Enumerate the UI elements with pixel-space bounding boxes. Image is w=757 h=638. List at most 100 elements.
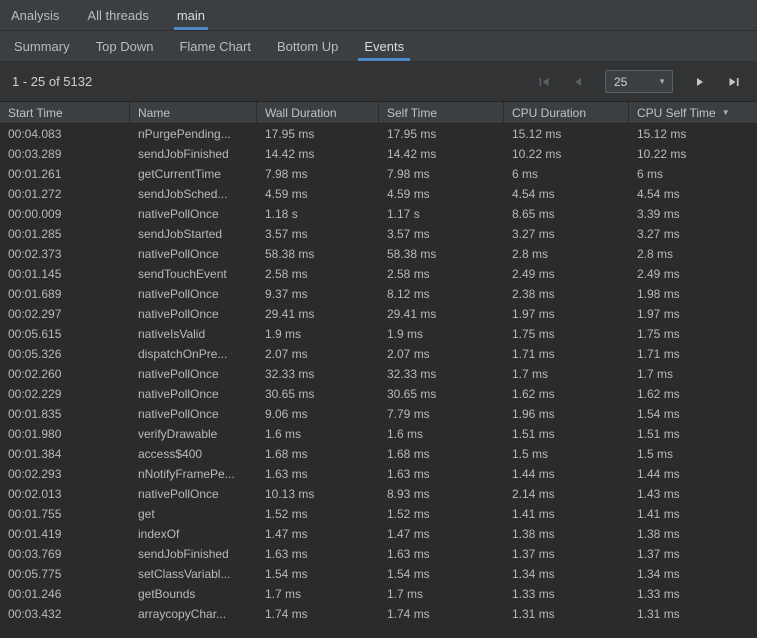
table-row[interactable]: 00:02.260nativePollOnce32.33 ms32.33 ms1… [0, 364, 757, 384]
cell-self-time: 8.12 ms [379, 287, 504, 301]
table-row[interactable]: 00:03.289sendJobFinished14.42 ms14.42 ms… [0, 144, 757, 164]
table-row[interactable]: 00:05.615nativeIsValid1.9 ms1.9 ms1.75 m… [0, 324, 757, 344]
cell-wall-duration: 29.41 ms [257, 307, 379, 321]
column-header-label: CPU Duration [512, 106, 586, 120]
tab-summary[interactable]: Summary [8, 31, 76, 61]
cell-cpu-self-time: 4.54 ms [629, 187, 757, 201]
cell-start-time: 00:02.293 [0, 467, 130, 481]
cell-name: nNotifyFramePe... [130, 467, 257, 481]
cell-wall-duration: 9.06 ms [257, 407, 379, 421]
table-row[interactable]: 00:02.293nNotifyFramePe...1.63 ms1.63 ms… [0, 464, 757, 484]
cell-cpu-self-time: 2.8 ms [629, 247, 757, 261]
pagination-range-text: 1 - 25 of 5132 [12, 74, 92, 89]
cell-cpu-duration: 8.65 ms [504, 207, 629, 221]
chevron-down-icon: ▼ [658, 77, 672, 86]
column-header-label: Wall Duration [265, 106, 337, 120]
cell-cpu-duration: 1.34 ms [504, 567, 629, 581]
column-header-start-time[interactable]: Start Time [0, 102, 130, 123]
cell-start-time: 00:03.289 [0, 147, 130, 161]
column-header-cpu-duration[interactable]: CPU Duration [504, 102, 629, 123]
cell-wall-duration: 1.47 ms [257, 527, 379, 541]
cell-start-time: 00:01.835 [0, 407, 130, 421]
cell-name: nPurgePending... [130, 127, 257, 141]
table-row[interactable]: 00:01.835nativePollOnce9.06 ms7.79 ms1.9… [0, 404, 757, 424]
column-header-cpu-self-time[interactable]: CPU Self Time▼ [629, 102, 757, 123]
cell-name: sendTouchEvent [130, 267, 257, 281]
cell-name: nativePollOnce [130, 207, 257, 221]
cell-cpu-duration: 2.38 ms [504, 287, 629, 301]
table-row[interactable]: 00:04.083nPurgePending...17.95 ms17.95 m… [0, 124, 757, 144]
cell-cpu-self-time: 1.62 ms [629, 387, 757, 401]
cell-name: sendJobFinished [130, 147, 257, 161]
table-row[interactable]: 00:02.229nativePollOnce30.65 ms30.65 ms1… [0, 384, 757, 404]
cell-name: get [130, 507, 257, 521]
cell-wall-duration: 14.42 ms [257, 147, 379, 161]
cell-start-time: 00:02.373 [0, 247, 130, 261]
table-row[interactable]: 00:02.297nativePollOnce29.41 ms29.41 ms1… [0, 304, 757, 324]
cell-cpu-self-time: 1.51 ms [629, 427, 757, 441]
first-page-button[interactable] [533, 71, 555, 93]
tab-top-down[interactable]: Top Down [90, 31, 160, 61]
cell-name: nativePollOnce [130, 407, 257, 421]
table-row[interactable]: 00:01.261getCurrentTime7.98 ms7.98 ms6 m… [0, 164, 757, 184]
cell-self-time: 1.63 ms [379, 547, 504, 561]
table-row[interactable]: 00:02.373nativePollOnce58.38 ms58.38 ms2… [0, 244, 757, 264]
cell-self-time: 58.38 ms [379, 247, 504, 261]
table-row[interactable]: 00:01.246getBounds1.7 ms1.7 ms1.33 ms1.3… [0, 584, 757, 604]
cell-start-time: 00:05.615 [0, 327, 130, 341]
previous-page-icon [571, 75, 585, 89]
column-header-self-time[interactable]: Self Time [379, 102, 504, 123]
table-row[interactable]: 00:02.013nativePollOnce10.13 ms8.93 ms2.… [0, 484, 757, 504]
table-row[interactable]: 00:05.326dispatchOnPre...2.07 ms2.07 ms1… [0, 344, 757, 364]
tab-flame-chart[interactable]: Flame Chart [173, 31, 257, 61]
cell-name: arraycopyChar... [130, 607, 257, 621]
tab-events[interactable]: Events [358, 31, 410, 61]
cell-wall-duration: 1.6 ms [257, 427, 379, 441]
tab-analysis[interactable]: Analysis [8, 0, 62, 30]
table-row[interactable]: 00:01.755get1.52 ms1.52 ms1.41 ms1.41 ms [0, 504, 757, 524]
column-header-wall-duration[interactable]: Wall Duration [257, 102, 379, 123]
table-row[interactable]: 00:01.272sendJobSched...4.59 ms4.59 ms4.… [0, 184, 757, 204]
cell-wall-duration: 1.18 s [257, 207, 379, 221]
previous-page-button[interactable] [567, 71, 589, 93]
tab-all-threads[interactable]: All threads [84, 0, 151, 30]
first-page-icon [537, 75, 551, 89]
tab-main[interactable]: main [174, 0, 208, 30]
table-row[interactable]: 00:01.980verifyDrawable1.6 ms1.6 ms1.51 … [0, 424, 757, 444]
cell-cpu-duration: 1.96 ms [504, 407, 629, 421]
next-page-button[interactable] [689, 71, 711, 93]
cell-wall-duration: 2.07 ms [257, 347, 379, 361]
cell-cpu-self-time: 1.33 ms [629, 587, 757, 601]
cell-cpu-duration: 1.51 ms [504, 427, 629, 441]
cell-self-time: 8.93 ms [379, 487, 504, 501]
column-header-name[interactable]: Name [130, 102, 257, 123]
cell-cpu-self-time: 6 ms [629, 167, 757, 181]
table-body: 00:04.083nPurgePending...17.95 ms17.95 m… [0, 124, 757, 624]
cell-wall-duration: 1.63 ms [257, 467, 379, 481]
table-row[interactable]: 00:01.285sendJobStarted3.57 ms3.57 ms3.2… [0, 224, 757, 244]
table-row[interactable]: 00:05.775setClassVariabl...1.54 ms1.54 m… [0, 564, 757, 584]
last-page-button[interactable] [723, 71, 745, 93]
column-header-label: CPU Self Time [637, 106, 716, 120]
cell-self-time: 1.17 s [379, 207, 504, 221]
table-row[interactable]: 00:01.384access$4001.68 ms1.68 ms1.5 ms1… [0, 444, 757, 464]
cell-self-time: 4.59 ms [379, 187, 504, 201]
cell-name: getCurrentTime [130, 167, 257, 181]
table-row[interactable]: 00:01.689nativePollOnce9.37 ms8.12 ms2.3… [0, 284, 757, 304]
cell-cpu-duration: 10.22 ms [504, 147, 629, 161]
table-row[interactable]: 00:01.145sendTouchEvent2.58 ms2.58 ms2.4… [0, 264, 757, 284]
table-row[interactable]: 00:03.432arraycopyChar...1.74 ms1.74 ms1… [0, 604, 757, 624]
cell-wall-duration: 1.9 ms [257, 327, 379, 341]
cell-wall-duration: 3.57 ms [257, 227, 379, 241]
cell-cpu-duration: 1.62 ms [504, 387, 629, 401]
cell-start-time: 00:02.229 [0, 387, 130, 401]
tab-bottom-up[interactable]: Bottom Up [271, 31, 344, 61]
table-row[interactable]: 00:01.419indexOf1.47 ms1.47 ms1.38 ms1.3… [0, 524, 757, 544]
cell-self-time: 1.52 ms [379, 507, 504, 521]
cell-cpu-self-time: 1.44 ms [629, 467, 757, 481]
table-row[interactable]: 00:03.769sendJobFinished1.63 ms1.63 ms1.… [0, 544, 757, 564]
cell-cpu-self-time: 1.5 ms [629, 447, 757, 461]
cell-start-time: 00:01.980 [0, 427, 130, 441]
table-row[interactable]: 00:00.009nativePollOnce1.18 s1.17 s8.65 … [0, 204, 757, 224]
page-size-dropdown[interactable]: 25 ▼ [605, 70, 673, 93]
